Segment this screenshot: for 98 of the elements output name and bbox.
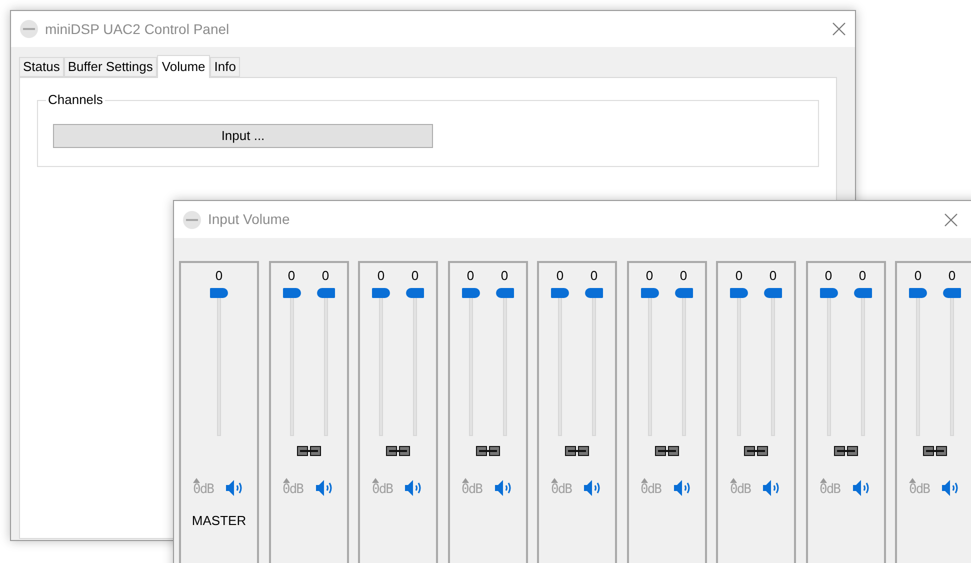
slider-thumb[interactable] xyxy=(854,288,872,298)
volume-slider[interactable] xyxy=(372,288,390,436)
link-icon[interactable] xyxy=(744,446,768,456)
up-arrow-icon xyxy=(640,478,648,483)
volume-slider[interactable] xyxy=(282,288,300,436)
link-icon[interactable] xyxy=(834,446,858,456)
window-title: Input Volume xyxy=(208,210,291,229)
slider-thumb[interactable] xyxy=(764,288,782,298)
speaker-icon[interactable] xyxy=(494,479,514,497)
tab[interactable]: Status xyxy=(19,57,64,77)
window-title: miniDSP UAC2 Control Panel xyxy=(45,20,230,38)
speaker-icon[interactable] xyxy=(404,479,424,497)
slider-thumb[interactable] xyxy=(406,288,424,298)
slider-reading: 0 xyxy=(322,268,330,284)
volume-slider[interactable] xyxy=(674,288,692,436)
link-icon[interactable] xyxy=(654,446,678,456)
link-icon[interactable] xyxy=(923,446,947,456)
slider-thumb[interactable] xyxy=(462,288,480,298)
speaker-icon[interactable] xyxy=(852,479,872,497)
volume-slider[interactable] xyxy=(585,288,603,436)
tab[interactable]: Buffer Settings xyxy=(64,57,157,77)
channel-label: MASTER xyxy=(192,512,246,530)
input-button[interactable]: Input ... xyxy=(53,124,433,148)
volume-slider[interactable] xyxy=(854,288,872,436)
slider-thumb[interactable] xyxy=(210,288,228,298)
zero-db-button[interactable]: 0dB xyxy=(820,483,840,497)
speaker-icon[interactable] xyxy=(583,479,603,497)
volume-slider[interactable] xyxy=(210,288,228,436)
slider-thumb[interactable] xyxy=(909,288,927,298)
close-icon[interactable] xyxy=(944,212,958,226)
slider-reading: 0 xyxy=(411,268,419,284)
up-arrow-icon xyxy=(820,478,826,483)
tab[interactable]: Info xyxy=(210,57,240,77)
volume-slider[interactable] xyxy=(462,288,480,436)
link-icon[interactable] xyxy=(565,446,589,456)
up-arrow-icon xyxy=(193,478,200,483)
volume-slider[interactable] xyxy=(943,288,961,436)
link-icon[interactable] xyxy=(296,446,320,456)
slider-reading: 0 xyxy=(215,268,223,284)
link-icon[interactable] xyxy=(476,446,500,456)
slider-thumb[interactable] xyxy=(820,288,838,298)
zero-db-button[interactable]: 0dB xyxy=(909,483,930,497)
slider-reading: 0 xyxy=(288,268,296,284)
speaker-icon[interactable] xyxy=(314,479,334,497)
slider-thumb[interactable] xyxy=(943,288,961,298)
tab[interactable]: Volume xyxy=(156,55,210,78)
slider-thumb[interactable] xyxy=(674,288,692,298)
up-arrow-icon xyxy=(551,478,558,483)
volume-slider[interactable] xyxy=(820,288,838,436)
volume-slider[interactable] xyxy=(640,288,658,436)
slider-reading: 0 xyxy=(948,268,956,284)
up-arrow-icon xyxy=(730,478,737,483)
slider-reading: 0 xyxy=(466,268,474,284)
speaker-icon[interactable] xyxy=(941,479,961,497)
zero-db-button[interactable]: 0dB xyxy=(551,483,572,497)
slider-reading: 0 xyxy=(646,268,654,284)
slider-reading: 0 xyxy=(858,268,866,284)
volume-slider[interactable] xyxy=(316,288,334,436)
slider-thumb[interactable] xyxy=(372,288,390,298)
slider-thumb[interactable] xyxy=(585,288,603,298)
up-arrow-icon xyxy=(462,478,468,483)
link-icon[interactable] xyxy=(386,446,410,456)
slider-reading: 0 xyxy=(590,268,598,284)
zero-db-button[interactable]: 0dB xyxy=(372,483,392,497)
speaker-icon[interactable] xyxy=(762,479,782,497)
slider-thumb[interactable] xyxy=(282,288,300,298)
logo-icon xyxy=(183,210,201,228)
zero-db-button[interactable]: 0dB xyxy=(730,483,750,497)
up-arrow-icon xyxy=(909,478,916,483)
slider-thumb[interactable] xyxy=(551,288,569,298)
zero-db-button[interactable]: 0dB xyxy=(640,483,661,497)
logo-icon xyxy=(20,20,38,38)
volume-slider[interactable] xyxy=(406,288,424,436)
slider-reading: 0 xyxy=(377,268,385,284)
slider-reading: 0 xyxy=(914,268,922,284)
volume-slider[interactable] xyxy=(551,288,569,436)
zero-db-button[interactable]: 0dB xyxy=(462,483,482,497)
close-icon[interactable] xyxy=(832,22,846,36)
up-arrow-icon xyxy=(372,478,379,483)
slider-reading: 0 xyxy=(735,268,743,284)
zero-db-button[interactable]: 0dB xyxy=(193,483,214,497)
volume-slider[interactable] xyxy=(730,288,748,436)
speaker-icon[interactable] xyxy=(672,479,692,497)
slider-thumb[interactable] xyxy=(730,288,748,298)
volume-slider[interactable] xyxy=(764,288,782,436)
speaker-icon[interactable] xyxy=(225,479,245,497)
slider-reading: 0 xyxy=(769,268,777,284)
volume-slider[interactable] xyxy=(909,288,927,436)
up-arrow-icon xyxy=(282,478,290,483)
slider-reading: 0 xyxy=(824,268,832,284)
slider-thumb[interactable] xyxy=(496,288,514,298)
slider-reading: 0 xyxy=(556,268,564,284)
volume-slider[interactable] xyxy=(496,288,514,436)
slider-thumb[interactable] xyxy=(640,288,658,298)
slider-reading: 0 xyxy=(680,268,688,284)
slider-thumb[interactable] xyxy=(316,288,334,298)
zero-db-button[interactable]: 0dB xyxy=(282,483,303,497)
slider-reading: 0 xyxy=(500,268,508,284)
